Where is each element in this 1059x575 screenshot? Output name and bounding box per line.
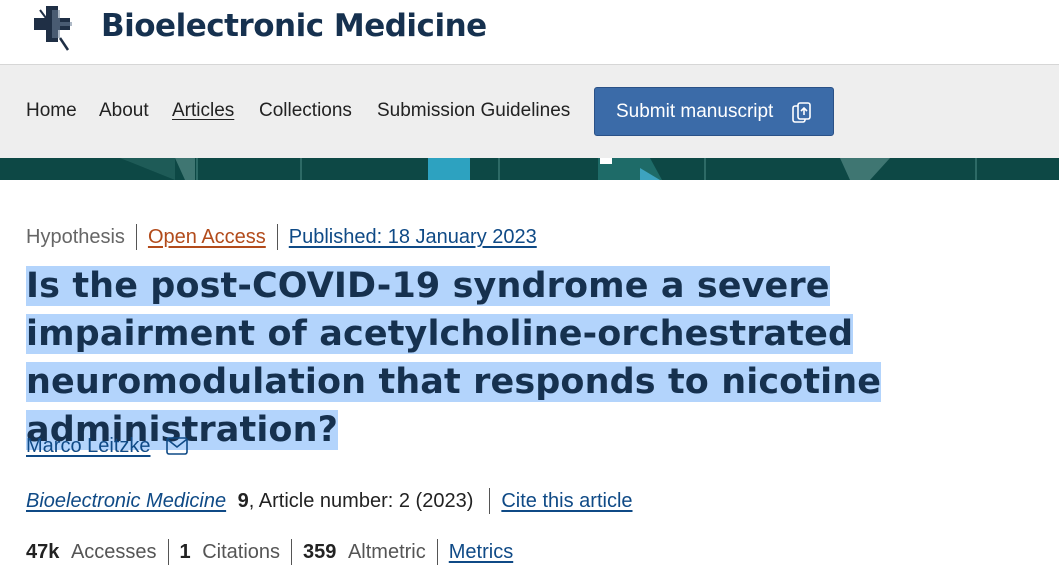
submit-manuscript-button[interactable]: Submit manuscript <box>594 87 834 136</box>
submit-manuscript-label: Submit manuscript <box>616 101 774 122</box>
separator <box>291 539 293 565</box>
author-link[interactable]: Marco Leitzke <box>26 435 151 457</box>
volume-number: 9 <box>237 490 249 512</box>
nav-item-submission-guidelines[interactable]: Submission Guidelines <box>377 100 570 122</box>
published-date-link[interactable]: Published: 18 January 2023 <box>289 224 537 250</box>
nav-item-home[interactable]: Home <box>26 100 77 122</box>
separator <box>135 224 137 250</box>
separator <box>436 539 438 565</box>
site-header: Bioelectronic Medicine <box>0 0 1059 65</box>
citation-line: Bioelectronic Medicine 9, Article number… <box>26 488 633 514</box>
metrics-link[interactable]: Metrics <box>449 541 513 563</box>
altmetric-count: 359 <box>303 541 337 563</box>
accesses-count: 47k <box>26 541 60 563</box>
nav-item-articles[interactable]: Articles <box>172 100 234 122</box>
nav-item-collections[interactable]: Collections <box>259 100 352 122</box>
site-title[interactable]: Bioelectronic Medicine <box>101 6 487 46</box>
altmetric-label: Altmetric <box>347 541 426 563</box>
external-submit-icon <box>792 102 811 123</box>
accesses-label: Accesses <box>70 541 157 563</box>
citations-label: Citations <box>202 541 281 563</box>
article-title-text: Is the post-COVID-19 syndrome a severe i… <box>26 266 882 450</box>
separator <box>167 539 169 565</box>
main-nav: Home About Articles Collections Submissi… <box>0 65 1059 158</box>
journal-link[interactable]: Bioelectronic Medicine <box>26 490 226 512</box>
open-access-link[interactable]: Open Access <box>148 224 266 250</box>
envelope-icon[interactable] <box>166 437 188 455</box>
citations-count: 1 <box>179 541 191 563</box>
cite-article-link[interactable]: Cite this article <box>501 490 632 512</box>
metrics-line: 47k Accesses 1 Citations 359 Altmetric Metr… <box>26 539 513 565</box>
decorative-banner <box>0 158 1059 180</box>
article-type: Hypothesis <box>26 226 125 248</box>
article-title: Is the post-COVID-19 syndrome a severe i… <box>26 262 1056 454</box>
article-meta: Hypothesis Open Access Published: 18 Janua… <box>26 224 537 250</box>
separator <box>276 224 278 250</box>
separator <box>489 488 491 514</box>
nav-item-about[interactable]: About <box>99 100 149 122</box>
article-number: , Article number: 2 (2023) <box>248 490 474 512</box>
author-line: Marco Leitzke <box>26 433 188 459</box>
cross-logo-icon[interactable] <box>30 4 76 52</box>
